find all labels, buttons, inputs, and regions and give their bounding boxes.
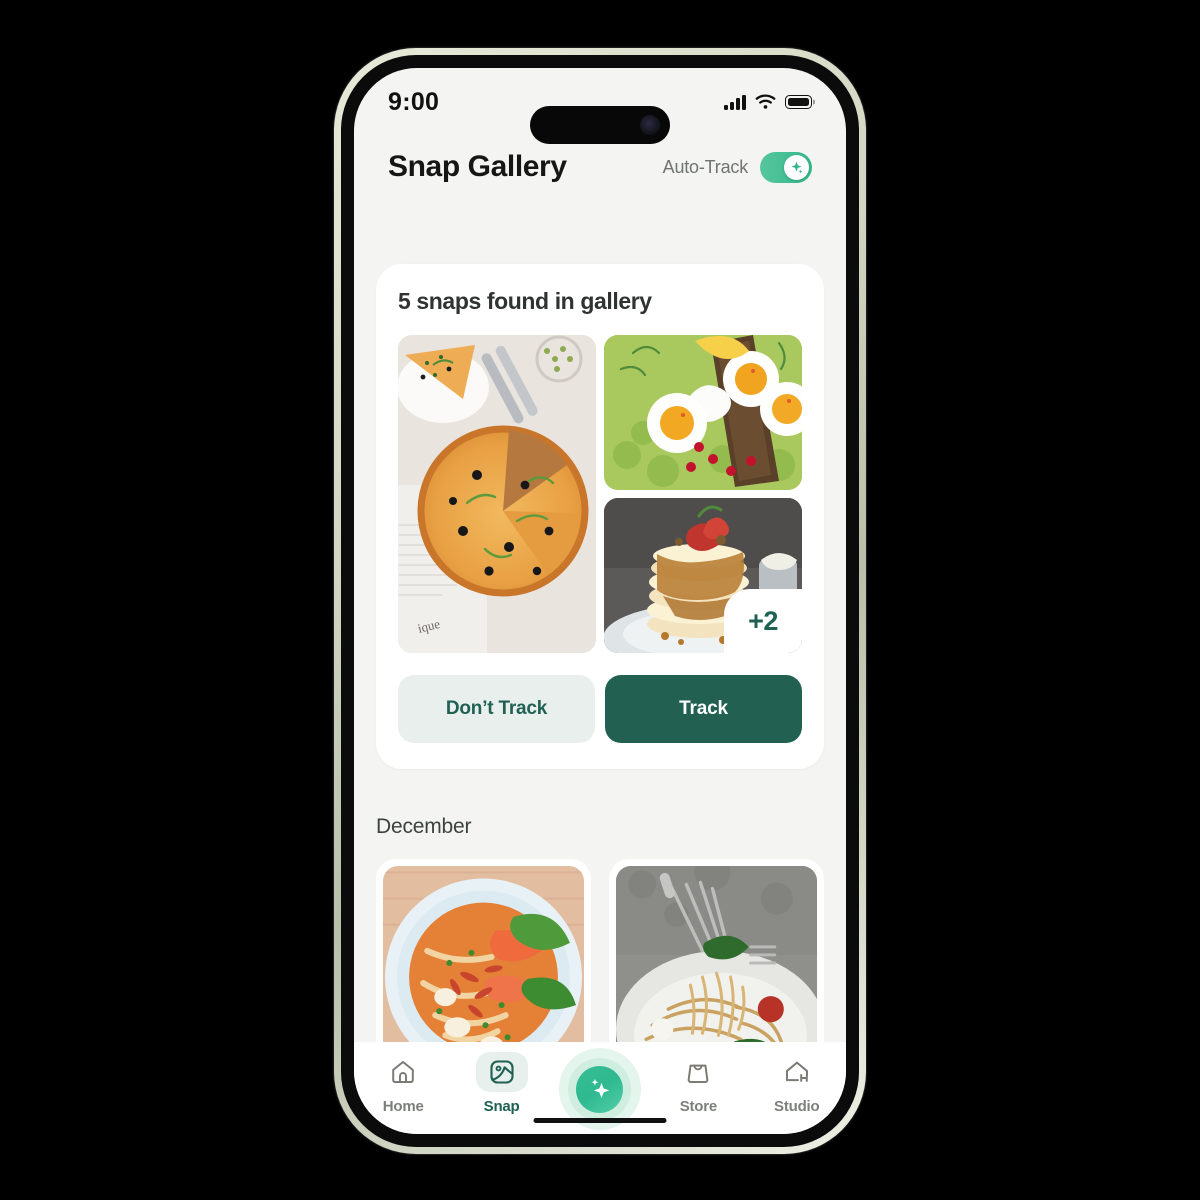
sparkle-icon <box>591 1078 610 1099</box>
home-indicator <box>533 1117 667 1123</box>
bag-icon <box>688 1064 709 1084</box>
tab-studio-label: Studio <box>774 1098 820 1115</box>
month-photo-grid <box>354 859 846 1042</box>
tab-snap[interactable]: Snap <box>460 1052 544 1115</box>
fab-inner-halo <box>568 1057 632 1121</box>
spaghetti-photo[interactable] <box>609 859 824 1042</box>
more-photos-badge[interactable]: +2 <box>724 589 802 653</box>
tab-home[interactable]: Home <box>361 1052 445 1115</box>
screenshot-stage: 9:00 Snap Gallery Auto-Track 5 snaps fou… <box>0 0 1200 1200</box>
image-icon-wrap <box>475 1052 528 1092</box>
tab-snap-label: Snap <box>483 1098 520 1115</box>
phone-screen: 9:00 Snap Gallery Auto-Track 5 snaps fou… <box>354 68 846 1134</box>
fab-circle <box>576 1065 624 1113</box>
phone-frame: 9:00 Snap Gallery Auto-Track 5 snaps fou… <box>334 48 866 1154</box>
avocado-toast-photo[interactable] <box>604 335 802 490</box>
wifi-icon <box>755 94 776 109</box>
snap-found-card: 5 snaps found in gallery ique +2 Don’t T… <box>376 264 824 769</box>
snap-card-actions: Don’t Track Track <box>398 675 802 743</box>
phone-bezel: 9:00 Snap Gallery Auto-Track 5 snaps fou… <box>341 55 859 1147</box>
auto-track-label: Auto-Track <box>662 156 749 177</box>
dont-track-button[interactable]: Don’t Track <box>398 675 595 743</box>
pizza-photo[interactable]: ique <box>398 335 596 653</box>
tab-studio[interactable]: Studio <box>755 1052 839 1115</box>
toggle-knob <box>784 154 809 180</box>
track-button[interactable]: Track <box>605 675 802 743</box>
image-icon <box>490 1060 514 1084</box>
tab-home-label: Home <box>382 1098 424 1115</box>
tab-store[interactable]: Store <box>656 1052 740 1115</box>
tab-store-label: Store <box>679 1098 718 1115</box>
studio-house-icon <box>785 1061 808 1082</box>
page-title: Snap Gallery <box>388 150 567 183</box>
sparkle-icon <box>791 161 803 173</box>
status-indicators <box>724 94 812 110</box>
snap-photo-grid: ique +2 <box>398 335 802 653</box>
noodle-soup-photo[interactable] <box>376 859 591 1042</box>
content-scroll[interactable]: 5 snaps found in gallery ique +2 Don’t T… <box>354 212 846 1042</box>
pancakes-photo[interactable]: +2 <box>604 498 802 653</box>
studio-house-icon-wrap <box>771 1052 823 1092</box>
home-icon-wrap <box>377 1052 429 1092</box>
auto-track-toggle[interactable] <box>760 151 812 183</box>
auto-track-control[interactable]: Auto-Track <box>662 151 812 183</box>
bag-icon-wrap <box>672 1052 724 1092</box>
dynamic-island <box>530 106 670 144</box>
front-camera-icon <box>640 115 660 135</box>
snap-card-title: 5 snaps found in gallery <box>398 288 652 314</box>
home-icon <box>392 1060 414 1084</box>
cellular-signal-icon <box>724 94 746 110</box>
month-section-title: December <box>376 815 472 838</box>
status-time: 9:00 <box>388 87 440 116</box>
battery-icon <box>785 95 812 109</box>
status-bar: 9:00 <box>354 68 846 144</box>
